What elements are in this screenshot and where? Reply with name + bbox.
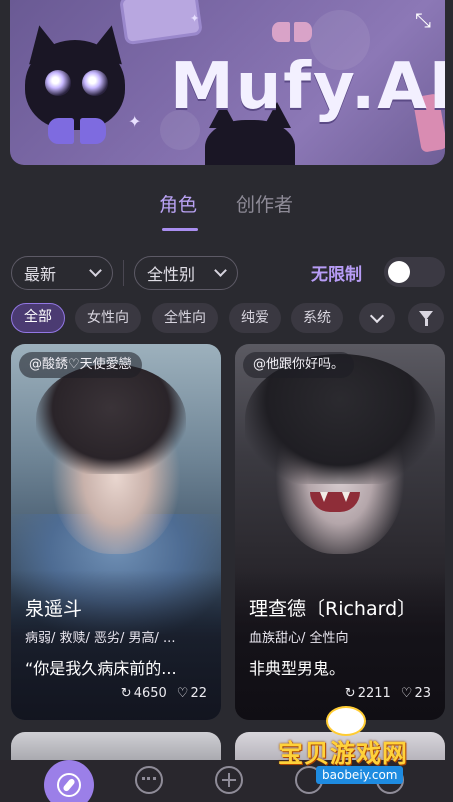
character-name: 泉遥斗 — [25, 598, 83, 620]
watermark-text: 宝贝游戏网 — [278, 739, 409, 768]
filter-button[interactable] — [408, 303, 444, 333]
character-card[interactable]: @酸銹♡天使愛戀 泉遥斗 病弱/ 救赎/ 恶劣/ 男高/ ... “你是我久病床… — [11, 344, 221, 720]
chip-all-gender[interactable]: 全性向 — [152, 303, 218, 333]
sort-dropdown-value: 最新 — [24, 265, 57, 284]
character-tags: 血族甜心/ 全性向 — [249, 631, 349, 646]
compass-icon — [57, 773, 81, 797]
chat-bubble-icon[interactable] — [135, 766, 163, 794]
sparkle-icon: ✦ — [190, 12, 200, 25]
site-watermark: 宝贝游戏网 baobeiy.com — [268, 700, 448, 790]
character-card[interactable]: @他跟你好吗。 理查德〔Richard〕 血族甜心/ 全性向 非典型男鬼。 ↻ … — [235, 344, 445, 720]
more-chips-button[interactable] — [359, 303, 395, 333]
creator-badge[interactable]: @他跟你好吗。 — [243, 352, 355, 378]
unlimited-toggle[interactable] — [384, 257, 445, 287]
plus-circle-icon[interactable] — [215, 766, 243, 794]
character-description: 非典型男鬼。 — [249, 659, 346, 678]
reply-count: 2211 — [357, 686, 391, 701]
like-count: 23 — [414, 686, 431, 701]
gender-dropdown[interactable]: 全性别 — [134, 256, 238, 290]
chip-system[interactable]: 系统 — [291, 303, 343, 333]
top-tabs: 角色 创作者 — [0, 190, 453, 234]
chevron-down-icon — [89, 264, 102, 277]
mascot-cat — [20, 20, 130, 150]
cat-illustration — [205, 102, 295, 165]
creator-badge[interactable]: @酸銹♡天使愛戀 — [19, 352, 142, 378]
filter-row: 最新 全性别 无限制 — [0, 256, 453, 292]
gender-dropdown-value: 全性别 — [147, 265, 196, 284]
sort-dropdown[interactable]: 最新 — [11, 256, 113, 290]
category-chips: 全部 女性向 全性向 纯爱 系统 — [0, 303, 453, 333]
expand-icon[interactable]: ⤡ — [409, 6, 437, 34]
hero-banner[interactable]: ✦ ✦ Mufy.AI ⤡ — [10, 0, 445, 165]
unlimited-label: 无限制 — [311, 265, 362, 285]
chip-pure-love[interactable]: 纯爱 — [229, 303, 281, 333]
chevron-down-icon — [369, 308, 385, 324]
like-count: 22 — [190, 686, 207, 701]
sparkle-icon: ✦ — [128, 112, 142, 131]
character-description: “你是我久病床前的... — [25, 659, 177, 678]
card-stats: ↻ 4650 ♡ 22 — [121, 686, 207, 701]
toggle-knob — [388, 261, 410, 283]
character-tags: 病弱/ 救赎/ 恶劣/ 男高/ ... — [25, 631, 176, 646]
chip-female-oriented[interactable]: 女性向 — [75, 303, 141, 333]
watermark-url: baobeiy.com — [316, 766, 404, 784]
chevron-down-icon — [214, 264, 227, 277]
reply-count: 4650 — [133, 686, 167, 701]
nav-explore[interactable] — [44, 760, 94, 802]
watermark-mascot — [326, 706, 366, 736]
chip-all[interactable]: 全部 — [11, 303, 65, 333]
tab-characters[interactable]: 角色 — [159, 190, 197, 217]
heart-icon[interactable]: ♡ — [401, 686, 413, 701]
character-name: 理查德〔Richard〕 — [249, 598, 417, 620]
card-stats: ↻ 2211 ♡ 23 — [345, 686, 431, 701]
divider — [123, 260, 124, 286]
reply-icon: ↻ — [344, 686, 356, 701]
bow-illustration — [272, 22, 312, 46]
tab-creators[interactable]: 创作者 — [236, 190, 293, 217]
banner-logo: Mufy.AI — [170, 50, 445, 124]
card-illustration — [36, 364, 186, 474]
heart-icon[interactable]: ♡ — [177, 686, 189, 701]
active-tab-indicator — [162, 228, 198, 231]
funnel-icon — [419, 311, 433, 326]
reply-icon: ↻ — [120, 686, 132, 701]
